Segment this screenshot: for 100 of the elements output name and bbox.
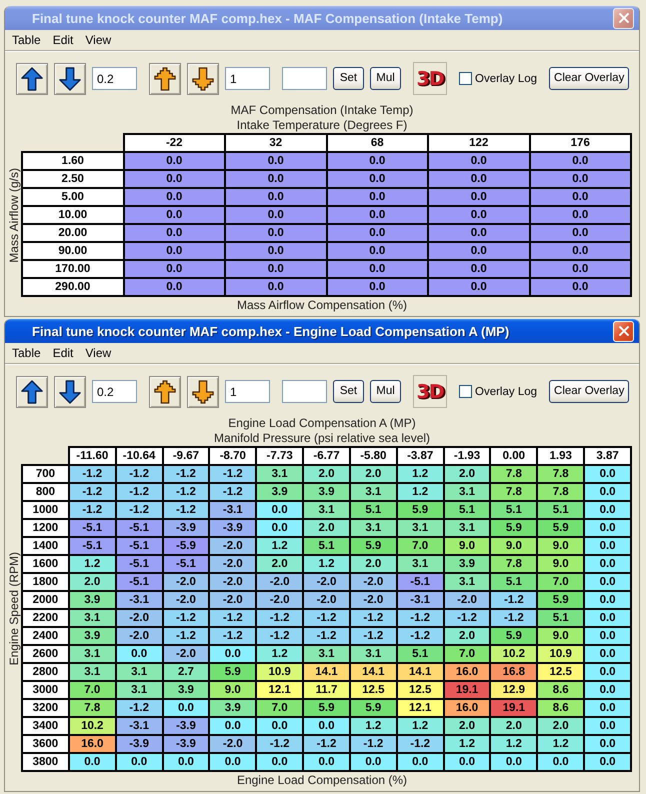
decrease-button[interactable] — [187, 62, 219, 94]
table-cell: 19.1 — [444, 681, 490, 699]
table-cell: -1.2 — [396, 627, 444, 645]
decrease-button[interactable] — [54, 376, 86, 408]
arrow-up-icon — [21, 380, 43, 404]
input-field[interactable]: 1 — [225, 380, 270, 403]
table-cell: -2.0 — [209, 735, 256, 753]
input-field[interactable] — [282, 380, 327, 403]
table-cell: 0.0 — [428, 242, 530, 260]
table-cell: 0.0 — [225, 224, 326, 242]
table-cell: 2.0 — [303, 465, 350, 483]
table-cell: 3.1 — [350, 645, 397, 663]
input-field[interactable]: 0.2 — [92, 67, 137, 90]
table-cell: -1.2 — [162, 627, 210, 645]
checkbox-label[interactable]: Overlay Log — [475, 386, 538, 398]
table-cell: -2.0 — [444, 591, 490, 609]
table-cell: 0.0 — [225, 170, 326, 188]
table-cell: 3.1 — [396, 519, 444, 537]
table-cell: 0.0 — [225, 206, 326, 224]
increase-button[interactable] — [149, 62, 181, 94]
decrease-button[interactable] — [187, 376, 219, 408]
increase-button[interactable] — [16, 376, 48, 408]
table-cell: 5.9 — [490, 519, 538, 537]
table-cell: 5.1 — [490, 573, 538, 591]
table-cell: -1.2 — [256, 609, 304, 627]
table-cell: 1.2 — [396, 465, 444, 483]
column-header: 32 — [225, 134, 326, 152]
table-cell: 3.1 — [350, 519, 397, 537]
row-header: 1800 — [22, 573, 69, 591]
table-cell: 7.0 — [537, 573, 584, 591]
menu-item[interactable]: Table — [6, 346, 47, 360]
row-header: 2200 — [22, 609, 69, 627]
toolbar-button[interactable]: Set — [333, 67, 364, 90]
menu-item[interactable]: Edit — [46, 33, 80, 47]
table-cell: 0.0 — [124, 152, 225, 170]
table-cell: 8.6 — [537, 699, 584, 717]
table-cell: 5.9 — [537, 519, 584, 537]
menu-item[interactable]: Edit — [46, 346, 80, 360]
table-cell: -2.0 — [303, 573, 350, 591]
arrow-down-icon — [59, 380, 81, 404]
toolbar-button[interactable]: Mul — [370, 380, 401, 403]
checkbox[interactable] — [459, 72, 472, 85]
row-header: 1.60 — [22, 152, 124, 170]
toolbar-button[interactable]: Clear Overlay — [549, 380, 630, 403]
table-cell: -5.9 — [162, 537, 210, 555]
table-cell: 9.0 — [444, 537, 490, 555]
table-cell: 10.2 — [490, 645, 538, 663]
table-cell: 1.2 — [256, 645, 304, 663]
menu-item[interactable]: View — [79, 33, 118, 47]
table-cell: 3.9 — [68, 627, 116, 645]
table-cell: -3.9 — [162, 519, 210, 537]
table-cell: 0.0 — [530, 152, 631, 170]
table-cell: 7.8 — [537, 483, 584, 501]
table-cell: 3.9 — [68, 591, 116, 609]
decrease-button[interactable] — [54, 62, 86, 94]
checkbox[interactable] — [459, 385, 472, 398]
table-cell: 1.2 — [350, 717, 397, 735]
table-cell: 0.0 — [256, 501, 304, 519]
table-cell: -1.2 — [116, 501, 163, 519]
table-cell: -2.0 — [209, 573, 256, 591]
input-field[interactable]: 0.2 — [92, 380, 137, 403]
table-cell: -5.1 — [68, 537, 116, 555]
column-header: -3.87 — [396, 447, 444, 465]
table-cell: 0.0 — [326, 206, 428, 224]
table-cell: 7.0 — [444, 645, 490, 663]
table-cell: 2.0 — [256, 555, 304, 573]
table-cell: 0.0 — [584, 555, 631, 573]
view-3d-button[interactable]: 3D — [413, 62, 447, 95]
table-cell: 3.9 — [209, 699, 256, 717]
table-cell: 0.0 — [326, 224, 428, 242]
menu-item[interactable]: View — [79, 346, 118, 360]
table-cell: 0.0 — [428, 188, 530, 206]
table-cell: 5.9 — [209, 663, 256, 681]
table-cell: 0.0 — [537, 753, 584, 771]
menu-item[interactable]: Table — [6, 33, 47, 47]
table-cell: 0.0 — [584, 483, 631, 501]
table-cell: -2.0 — [162, 591, 210, 609]
toolbar-button[interactable]: Mul — [370, 67, 401, 90]
toolbar-button[interactable]: Set — [333, 380, 364, 403]
table-cell: 0.0 — [584, 573, 631, 591]
row-header: 3600 — [22, 735, 69, 753]
table-cell: 8.6 — [537, 681, 584, 699]
close-icon — [618, 326, 628, 336]
table-cell: 5.9 — [537, 591, 584, 609]
table-cell: 14.1 — [396, 663, 444, 681]
input-field[interactable] — [282, 67, 327, 90]
table-cell: 0.0 — [124, 188, 225, 206]
input-field[interactable]: 1 — [225, 67, 270, 90]
increase-button[interactable] — [16, 62, 48, 94]
view-3d-button[interactable]: 3D — [413, 375, 447, 408]
table-cell: 5.1 — [396, 645, 444, 663]
row-header: 800 — [22, 483, 69, 501]
checkbox-label[interactable]: Overlay Log — [475, 72, 538, 84]
arrow-up-icon — [21, 66, 43, 90]
table-cell: 2.0 — [490, 717, 538, 735]
table-cell: -5.1 — [68, 519, 116, 537]
increase-button[interactable] — [149, 376, 181, 408]
table-cell: 0.0 — [584, 717, 631, 735]
table-cell: -5.1 — [116, 573, 163, 591]
toolbar-button[interactable]: Clear Overlay — [549, 67, 630, 90]
